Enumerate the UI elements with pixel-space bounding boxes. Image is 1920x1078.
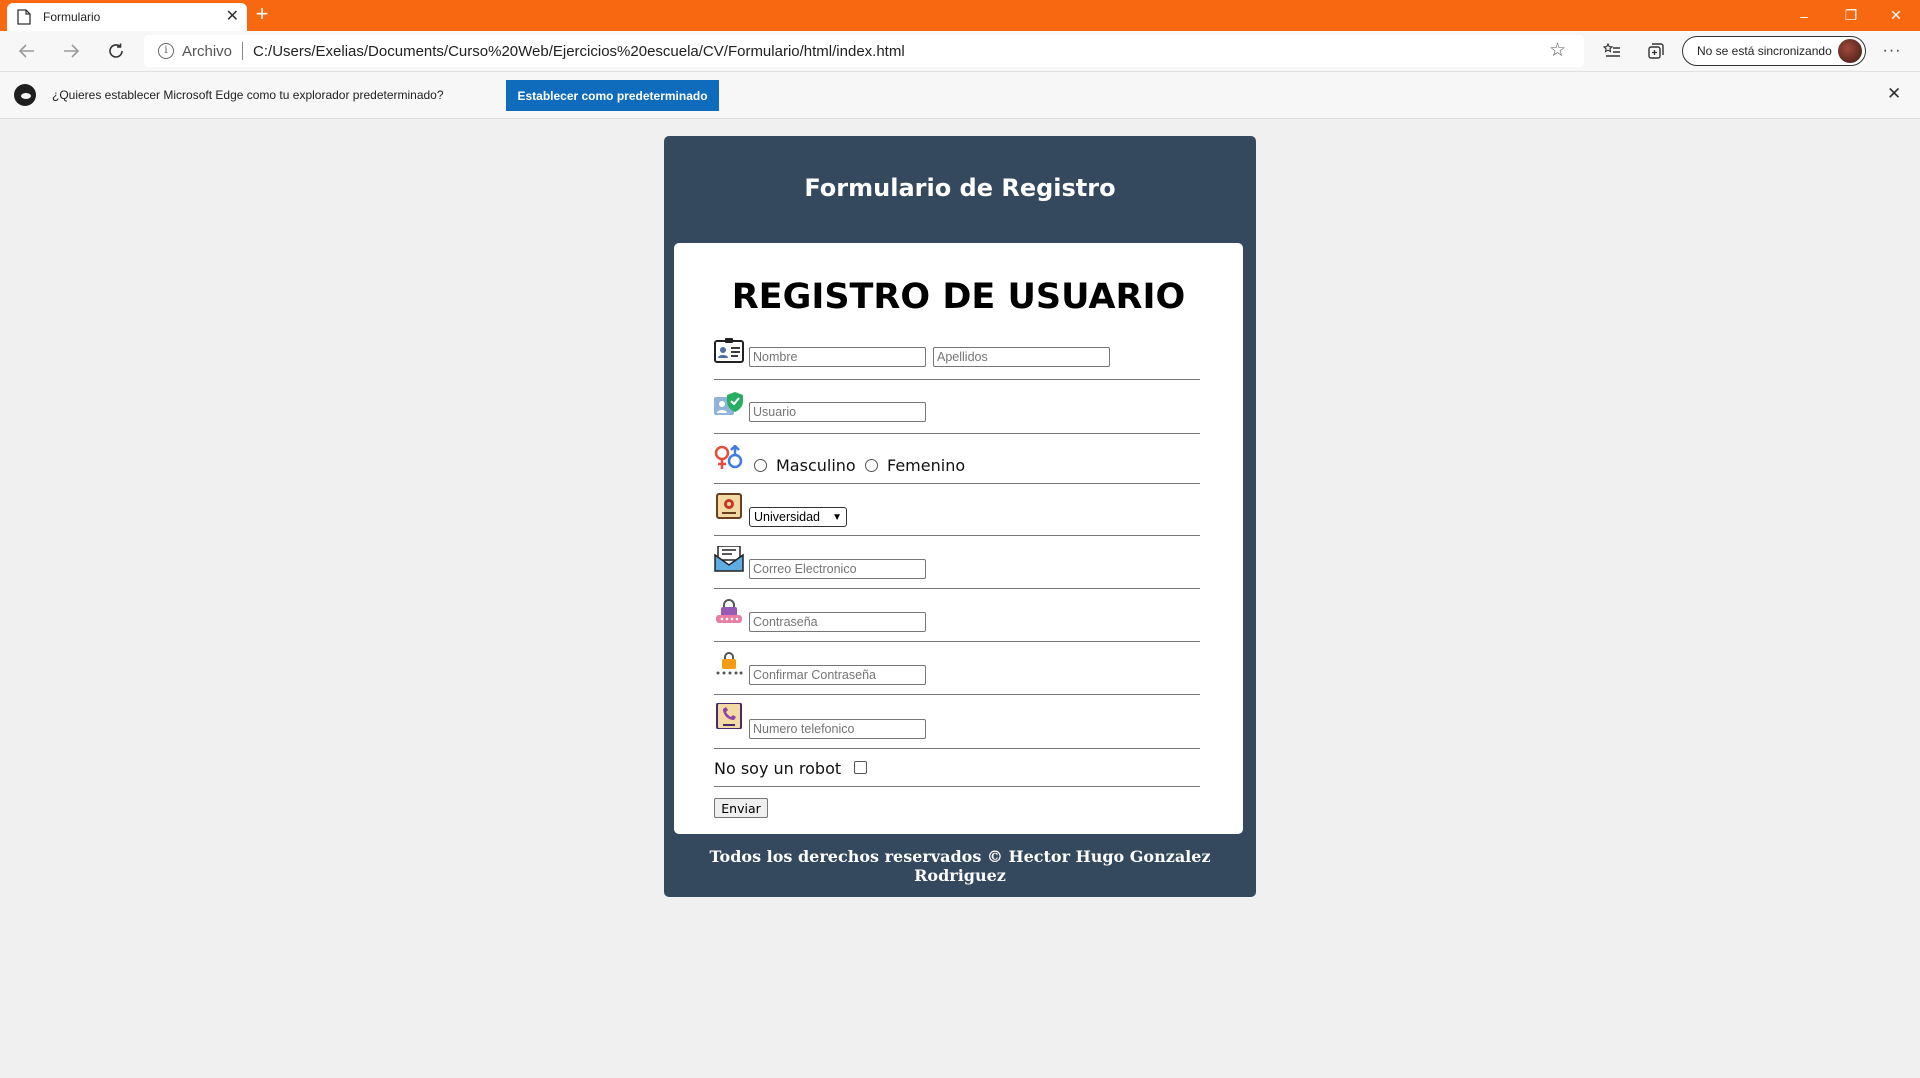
- restore-button[interactable]: ❐: [1829, 0, 1873, 31]
- back-icon[interactable]: [13, 37, 41, 65]
- telefono-input[interactable]: [749, 719, 926, 739]
- correo-row: [714, 536, 1200, 589]
- page-header-title: Formulario de Registro: [804, 174, 1116, 202]
- gender-symbols-icon: [714, 445, 743, 469]
- close-window-button[interactable]: ✕: [1874, 0, 1918, 31]
- contrasena-row: [714, 589, 1200, 642]
- contrasena-input[interactable]: [749, 612, 926, 632]
- refresh-icon[interactable]: [102, 37, 130, 65]
- title-bar: Formulario ✕ + – ❐ ✕: [0, 0, 1920, 31]
- chevron-down-icon: ▼: [832, 511, 842, 523]
- sync-label: No se está sincronizando: [1697, 44, 1832, 58]
- address-url[interactable]: C:/Users/Exelias/Documents/Curso%20Web/E…: [253, 43, 1584, 60]
- name-row: [714, 338, 1200, 380]
- phonebook-icon: [716, 703, 742, 729]
- navigation-bar: i Archivo C:/Users/Exelias/Documents/Cur…: [0, 31, 1920, 71]
- favorites-icon[interactable]: [1598, 37, 1626, 65]
- profile-avatar: [1838, 39, 1862, 63]
- more-icon[interactable]: ···: [1878, 37, 1906, 65]
- masculino-radio[interactable]: [754, 459, 767, 472]
- universidad-select[interactable]: Universidad ▼: [749, 507, 847, 527]
- address-scheme: Archivo: [182, 42, 233, 60]
- star-icon[interactable]: ☆: [1549, 39, 1566, 62]
- minimize-button[interactable]: –: [1782, 0, 1826, 31]
- password-lock-icon: [716, 599, 742, 623]
- form-container: Formulario de Registro REGISTRO DE USUAR…: [664, 136, 1256, 897]
- email-envelope-icon: [714, 546, 744, 572]
- femenino-label: Femenino: [887, 456, 966, 475]
- forward-icon[interactable]: [57, 37, 85, 65]
- robot-label: No soy un robot: [714, 759, 842, 778]
- femenino-radio[interactable]: [865, 459, 878, 472]
- robot-row: No soy un robot: [714, 749, 1200, 787]
- tab-title: Formulario: [43, 10, 101, 24]
- correo-input[interactable]: [749, 559, 926, 579]
- edge-logo-icon: [14, 84, 36, 106]
- card-title: REGISTRO DE USUARIO: [731, 277, 1186, 317]
- address-separator: [242, 42, 244, 60]
- confirm-lock-icon: [716, 652, 743, 675]
- diploma-icon: [716, 493, 742, 519]
- footer-text: Todos los derechos reservados © Hector H…: [709, 847, 1211, 885]
- tab-close-icon[interactable]: ✕: [226, 9, 239, 25]
- gender-row: Masculino Femenino: [714, 434, 1200, 484]
- infobar-close-icon[interactable]: ✕: [1887, 84, 1901, 104]
- infobar-text: ¿Quieres establecer Microsoft Edge como …: [52, 88, 444, 102]
- default-browser-infobar: ¿Quieres establecer Microsoft Edge como …: [0, 71, 1920, 119]
- universidad-selected: Universidad: [754, 510, 821, 524]
- set-default-button[interactable]: Establecer como predeterminado: [506, 80, 719, 111]
- masculino-label: Masculino: [776, 456, 856, 475]
- sync-status-button[interactable]: No se está sincronizando: [1682, 36, 1866, 66]
- confirmar-input[interactable]: [749, 665, 926, 685]
- usuario-row: [714, 380, 1200, 434]
- id-card-icon: [714, 338, 744, 363]
- enviar-button[interactable]: Enviar: [714, 798, 768, 818]
- address-bar[interactable]: i Archivo C:/Users/Exelias/Documents/Cur…: [144, 35, 1584, 67]
- apellidos-input[interactable]: [933, 347, 1110, 367]
- telefono-row: [714, 695, 1200, 749]
- universidad-row: Universidad ▼: [714, 484, 1200, 536]
- document-icon: [17, 9, 31, 25]
- collections-icon[interactable]: [1642, 37, 1670, 65]
- nombre-input[interactable]: [749, 347, 926, 367]
- browser-tab[interactable]: Formulario ✕: [7, 3, 247, 31]
- robot-checkbox[interactable]: [854, 761, 867, 774]
- confirmar-row: [714, 642, 1200, 695]
- registration-card: REGISTRO DE USUARIO Nombre Apellidos Usu…: [674, 243, 1243, 834]
- info-icon[interactable]: i: [158, 43, 174, 59]
- usuario-input[interactable]: [749, 402, 926, 422]
- user-shield-icon: [714, 392, 743, 415]
- new-tab-button[interactable]: +: [251, 3, 273, 27]
